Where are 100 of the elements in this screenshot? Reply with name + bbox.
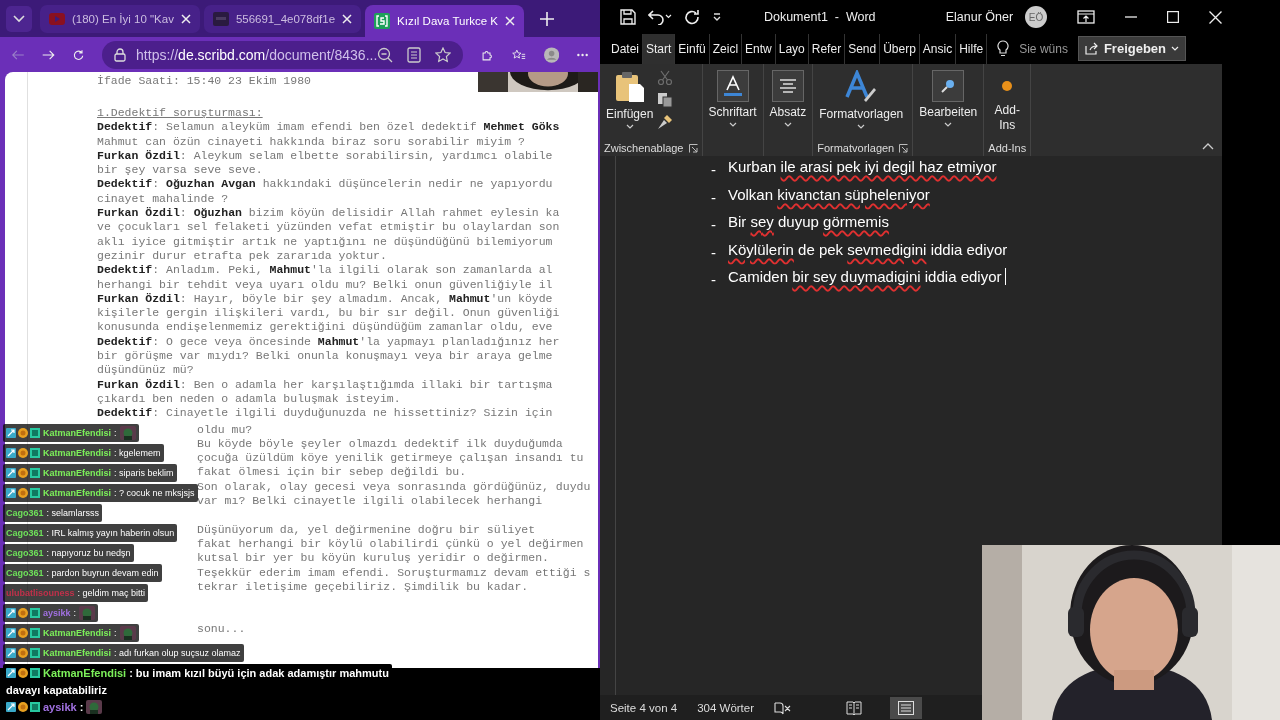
- undo-icon[interactable]: [648, 9, 672, 25]
- list-bullet: -: [711, 187, 716, 208]
- emote-icon: [86, 699, 103, 714]
- caret-icon: [1171, 46, 1180, 51]
- chat-username[interactable]: aysikk: [43, 700, 77, 713]
- document-line: kutsal bir yer bu köyün kuruluş yeridir o değirmen.: [197, 551, 549, 566]
- ribbon-button[interactable]: Add-Ins: [988, 64, 1027, 140]
- group-label: Add-Ins: [988, 142, 1027, 154]
- caret-icon: [944, 122, 953, 127]
- document-line: çıkardı ben neden o adamla buluşmak isteyim.: [97, 391, 401, 407]
- document-line: Dedektif: O gece veya öncesinde Mahmut'la yapmayı planladığınız her: [97, 334, 560, 350]
- page-icon: [898, 700, 914, 715]
- chat-message: : geldim maç bitti: [77, 588, 146, 598]
- word-count[interactable]: 304 Wörter: [697, 701, 755, 714]
- browser-tab[interactable]: 556691_4e078df1e: [203, 4, 362, 33]
- chat-username[interactable]: Cago361: [6, 548, 44, 558]
- group-label: Formatvorlagen: [817, 142, 895, 154]
- customize-icon[interactable]: [711, 12, 722, 22]
- chat-username[interactable]: KatmanEfendisi: [43, 468, 111, 478]
- browser-tab[interactable]: Kızıl Dava Turkce K: [365, 5, 524, 37]
- caret-icon: [783, 122, 792, 127]
- document-line: Dedektif: Cinayetle ilgili duyduğunuzda ne hissettiniz? Sizin için: [97, 406, 553, 421]
- list-bullet: -: [711, 215, 716, 235]
- styles-icon: [844, 70, 879, 104]
- document-line: bir şey varsa seve seve.: [97, 163, 263, 178]
- close-icon[interactable]: [180, 13, 191, 24]
- document-line: herhangi bir tehdit veya uyarı oldu mu? Belki onun güvenliğiyle il: [97, 277, 553, 292]
- copy-icon[interactable]: [657, 92, 674, 108]
- chat-username[interactable]: KatmanEfendisi: [43, 428, 111, 438]
- chat-message: : selamlarsss: [46, 508, 100, 518]
- document-line: var mı? Belki cinayetle ilgili olabilecek herhangi: [197, 494, 543, 509]
- dialog-launcher-icon[interactable]: [688, 143, 698, 153]
- document-line: Teşekkür ederim imam efendi. Soruşturmamız devam ettiği s: [197, 565, 591, 580]
- close-icon[interactable]: [342, 13, 353, 24]
- window-title: Dokument1 - Word: [763, 10, 877, 24]
- chat-username[interactable]: KatmanEfendisi: [43, 628, 111, 638]
- chat-username[interactable]: KatmanEfendisi: [43, 448, 111, 458]
- ribbon-button[interactable]: Einfügen: [604, 64, 656, 140]
- format-painter-icon[interactable]: [657, 114, 674, 130]
- dialog-launcher-icon[interactable]: [899, 143, 909, 153]
- chat-message: :: [79, 700, 84, 713]
- collapse-ribbon-icon[interactable]: [1202, 143, 1214, 150]
- chat-message: : kgelemem: [114, 448, 161, 458]
- document-line: Bir sey duyup görmemis: [728, 212, 889, 232]
- ribbon-button[interactable]: Absatz: [767, 64, 809, 140]
- list-bullet: -: [711, 160, 716, 180]
- user-avatar[interactable]: EÖ: [1025, 6, 1048, 28]
- document-line: konusunda endişelenmemiz gerektiğini düşündüğüm zamanlar oldu, eve: [97, 320, 553, 335]
- page-count[interactable]: Seite 4 von 4: [610, 701, 678, 714]
- chat-username[interactable]: KatmanEfendisi: [43, 666, 127, 679]
- save-icon[interactable]: [620, 9, 636, 25]
- ribbon-tab[interactable]: Start: [643, 34, 676, 64]
- list-bullet: -: [711, 242, 716, 263]
- document-line: oldu mu?: [197, 422, 253, 437]
- chat-message: : ? cocuk ne mksjsjs: [114, 488, 195, 498]
- proofing-icon[interactable]: [774, 700, 793, 715]
- caret-icon: [625, 124, 634, 129]
- document-line: Kurban ile arasi pek iyi degil haz etmiyor: [728, 157, 997, 177]
- chat-message: : napıyoruz bu nedşn: [46, 548, 131, 558]
- ribbon-display-icon[interactable]: [1077, 10, 1096, 24]
- document-line: kişilerle gergin ilişkileri vardı, bu bir sır değil. Onun güvenliği: [97, 306, 560, 321]
- share-button[interactable]: Freigeben: [1077, 36, 1187, 61]
- lock-icon[interactable]: [114, 47, 127, 62]
- print-layout-button[interactable]: [890, 696, 922, 719]
- tab-list-button[interactable]: [6, 5, 32, 32]
- ribbon-button[interactable]: Schriftart: [706, 64, 759, 140]
- document-heading: 1.Dedektif soruşturması:: [97, 106, 263, 121]
- document-line: aklı iyice gitmiştir artık ne yaptığını ne düşündüğünü bilemiyorum: [97, 234, 553, 249]
- chat-username[interactable]: Cago361: [6, 508, 44, 518]
- minimize-icon[interactable]: [1125, 16, 1138, 18]
- chat-username[interactable]: KatmanEfendisi: [43, 488, 111, 498]
- book-icon: [846, 700, 862, 715]
- dot-icon: [1001, 80, 1014, 92]
- close-icon[interactable]: [1209, 10, 1222, 24]
- ribbon-button[interactable]: Bearbeiten: [917, 64, 980, 140]
- maximize-icon[interactable]: [1167, 11, 1180, 23]
- document-line: Dedektif: Selamun aleyküm imam efendi ben özel dedektif Mehmet Göks: [97, 120, 560, 135]
- share-icon: [1084, 42, 1099, 55]
- reader-icon[interactable]: [407, 46, 422, 63]
- close-icon[interactable]: [505, 16, 515, 26]
- address-field[interactable]: https://de.scribd.com/document/8436...: [102, 40, 464, 69]
- ribbon-button[interactable]: Formatvorlagen: [817, 64, 906, 140]
- lightbulb-icon[interactable]: [997, 40, 1010, 58]
- more-icon[interactable]: [576, 52, 588, 57]
- document-line: Camiden bir sey duymadigini iddia ediyor: [728, 266, 1006, 294]
- star-icon[interactable]: [435, 46, 452, 63]
- chat-username[interactable]: KatmanEfendisi: [43, 648, 111, 658]
- chat-message: : IRL kalmış yayın haberin olsun: [46, 528, 175, 538]
- user-name: Elanur Öner: [945, 10, 1014, 24]
- document-line: bir görüşme var mıydı? Belki onunla konuşmayı veya bir araya gelme: [97, 349, 553, 364]
- font-icon: [716, 70, 749, 102]
- document-line: Köylülerin de pek sevmedigini iddia ediyor: [728, 239, 1008, 260]
- zoom-out-icon[interactable]: [377, 46, 394, 63]
- document-line: düşündünüz mü?: [97, 363, 194, 378]
- chat-username[interactable]: Cago361: [6, 568, 44, 578]
- browser-tab[interactable]: (180) En İyi 10 "Kav: [40, 4, 200, 33]
- new-tab-icon[interactable]: [540, 11, 554, 26]
- redo-icon[interactable]: [683, 9, 700, 25]
- search-field[interactable]: Sie wüns: [1019, 34, 1068, 64]
- chat-username[interactable]: Cago361: [6, 528, 44, 538]
